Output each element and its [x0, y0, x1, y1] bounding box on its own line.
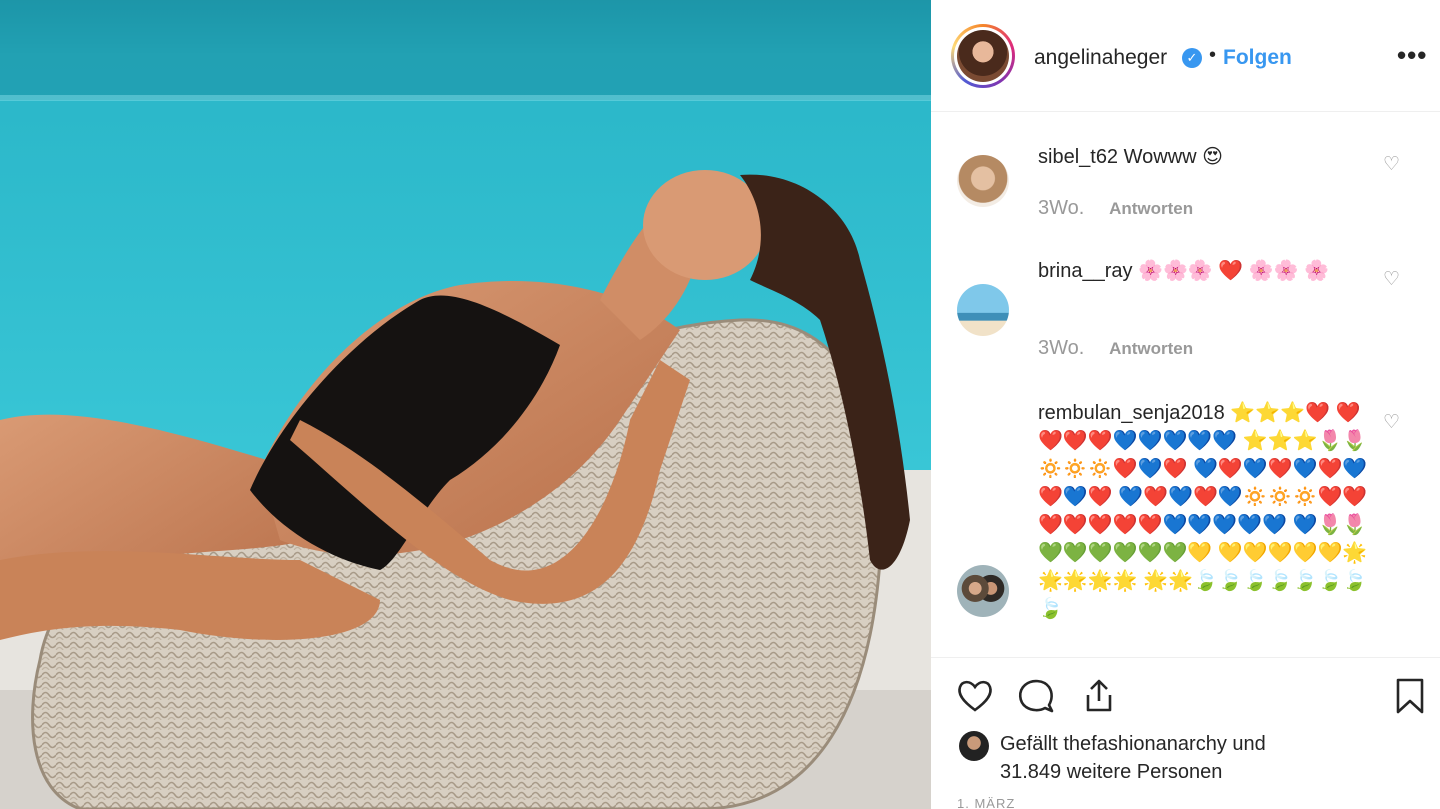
commenter-avatar[interactable] [957, 284, 1009, 336]
verified-badge-icon: ✓ [1182, 48, 1202, 68]
post-actions: Gefällt thefashionanarchy und 31.849 wei… [931, 657, 1440, 809]
comment-body: Wowww 😍 [1123, 146, 1223, 168]
comments-list[interactable]: sibel_t62 Wowww 😍 3Wo. Antworten ♡ brina… [931, 113, 1440, 657]
commenter-username[interactable]: brina__ray [1038, 260, 1133, 282]
comment-text: rembulan_senja2018 ⭐⭐⭐❤️ ❤️❤️❤️❤️💙💙💙💙💙 ⭐… [1038, 399, 1368, 623]
commenter-username[interactable]: rembulan_senja2018 [1038, 402, 1225, 424]
bookmark-icon[interactable] [1390, 676, 1430, 716]
comment-time: 3Wo. [1038, 197, 1085, 219]
heart-icon[interactable] [955, 676, 995, 716]
post-sidebar: angelinaheger ✓ • Folgen ••• sibel_t62 W… [931, 0, 1440, 809]
likes-count[interactable]: 31.849 weitere Personen [1000, 761, 1222, 783]
share-icon[interactable] [1079, 676, 1119, 716]
likes-suffix: und [1232, 733, 1266, 755]
comment-text: sibel_t62 Wowww 😍 [1038, 143, 1368, 171]
comment-body: ⭐⭐⭐❤️ ❤️❤️❤️❤️💙💙💙💙💙 ⭐⭐⭐🌷🌷🔅🔅🔅❤️💙❤️ 💙❤️💙❤️… [1038, 402, 1368, 620]
comment-body: 🌸🌸🌸 ❤️ 🌸🌸 🌸 [1138, 260, 1330, 282]
likes-summary: Gefällt thefashionanarchy und 31.849 wei… [1000, 730, 1266, 786]
comment-meta: 3Wo. Antworten [1038, 337, 1193, 360]
post-image-illustration [0, 0, 931, 809]
follow-button[interactable]: Folgen [1223, 46, 1292, 70]
commenter-avatar[interactable] [957, 565, 1009, 617]
commenter-avatar[interactable] [957, 155, 1009, 207]
reply-button[interactable]: Antworten [1109, 339, 1193, 358]
post-header: angelinaheger ✓ • Folgen ••• [931, 0, 1440, 112]
likes-prefix: Gefällt [1000, 733, 1058, 755]
comment-text: brina__ray 🌸🌸🌸 ❤️ 🌸🌸 🌸 [1038, 257, 1368, 285]
comment-time: 3Wo. [1038, 337, 1085, 359]
post-date: 1. MÄRZ [957, 796, 1016, 809]
comment-like-heart-icon[interactable]: ♡ [1383, 411, 1400, 434]
post-photo[interactable] [0, 0, 931, 809]
liker-avatar[interactable] [959, 731, 989, 761]
commenter-username[interactable]: sibel_t62 [1038, 146, 1118, 168]
comment-icon[interactable] [1016, 676, 1056, 716]
header-separator: • [1209, 44, 1217, 66]
more-options-icon[interactable]: ••• [1397, 40, 1427, 71]
comment-like-heart-icon[interactable]: ♡ [1383, 268, 1400, 291]
comment-like-heart-icon[interactable]: ♡ [1383, 153, 1400, 176]
author-avatar[interactable] [951, 24, 1015, 88]
author-username[interactable]: angelinaheger [1034, 46, 1167, 70]
liker-username[interactable]: thefashionanarchy [1063, 733, 1226, 755]
comment-meta: 3Wo. Antworten [1038, 197, 1193, 220]
reply-button[interactable]: Antworten [1109, 199, 1193, 218]
